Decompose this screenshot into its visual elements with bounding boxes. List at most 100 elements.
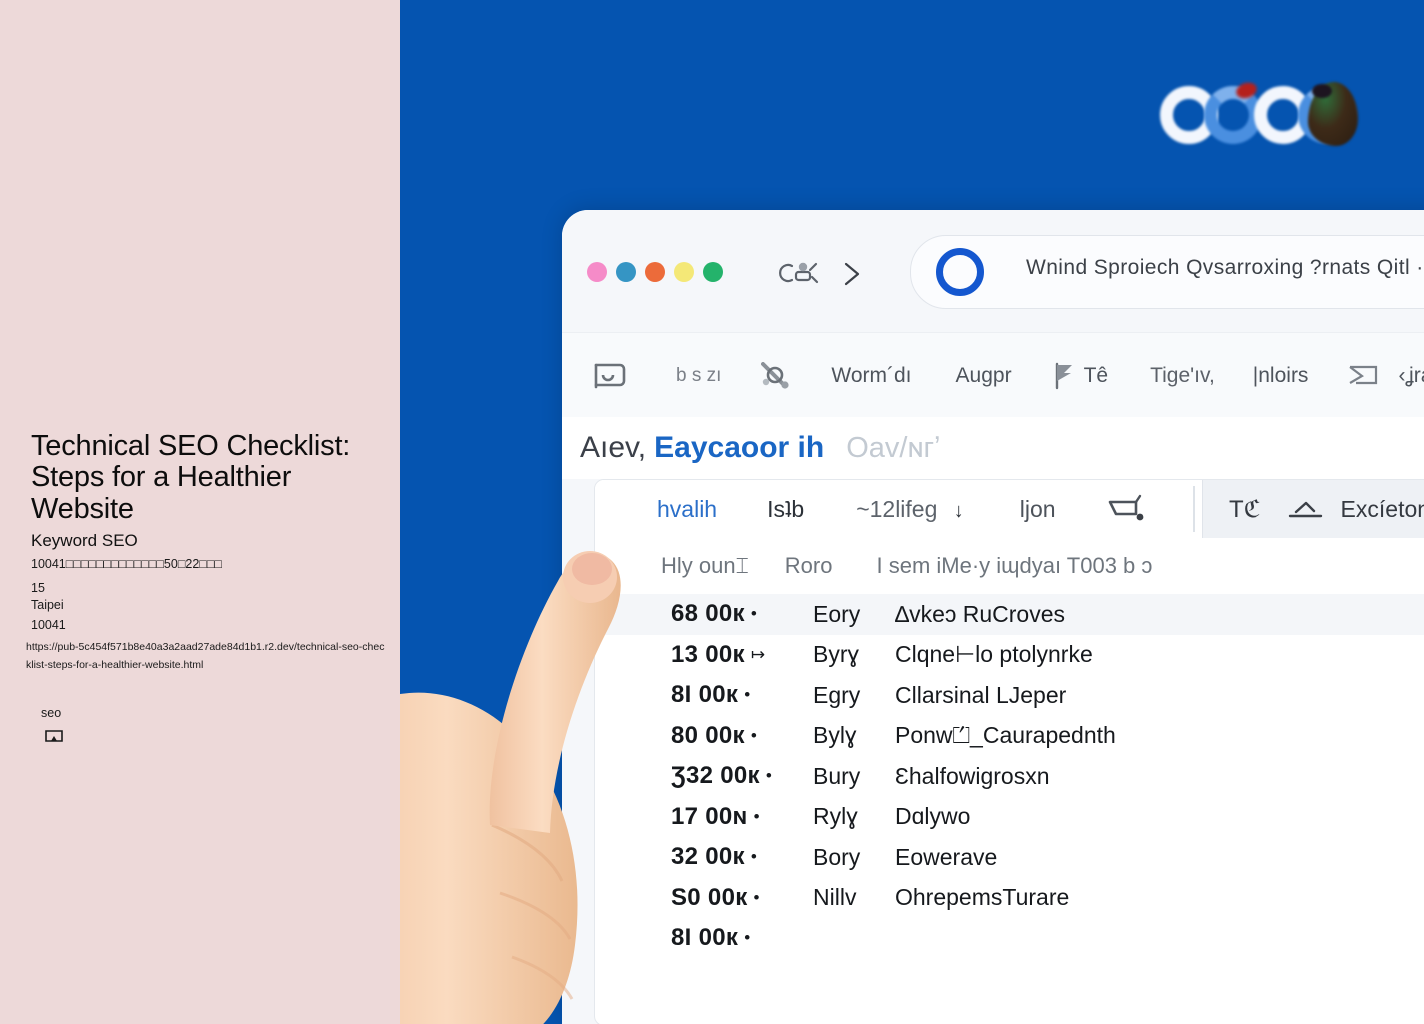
address-bar[interactable]: Wnind Sproiech Qvsarroxing ?rnats Qitl ·… — [910, 235, 1424, 309]
scissors-icon[interactable] — [759, 360, 795, 392]
cell-difficulty: Rylɣ — [813, 803, 858, 830]
table-row[interactable]: 68 00к • Eory ∆vkeɔ RuCroves — [595, 594, 1424, 635]
cell-volume: 32 00к • — [671, 843, 758, 871]
subheader-label-1: Hly oun⌶ — [661, 553, 749, 578]
tag-label[interactable]: seo — [41, 706, 61, 720]
export-icon[interactable] — [1287, 498, 1327, 520]
page-title: Technical SEO Checklist: Steps for a Hea… — [31, 430, 351, 525]
header-divider — [1193, 486, 1195, 532]
table-subheader-row: Hly oun⌶ Roro I sem iMe·y iɰdyaı T003 b … — [595, 538, 1424, 595]
toolbar-label-5[interactable]: Tige'ıv, — [1150, 364, 1215, 388]
column-header-sort[interactable]: ~12lifeg ↓ — [856, 496, 964, 523]
browser-toolbar[interactable]: b s zı Worm´dı Auɡpr Tê Tige'ıv, |nloirs… — [562, 332, 1424, 419]
toolbar-label-1[interactable]: b s zı — [676, 365, 721, 387]
cell-difficulty: Bury — [813, 762, 861, 789]
cell-term: Ɛhalfowigrosxn — [895, 762, 1050, 789]
window-dot-orange[interactable] — [645, 262, 665, 282]
blue-backdrop: Wnind Sproiech Qvsarroxing ?rnats Qitl ·… — [400, 0, 1424, 1024]
table-row[interactable]: 13 00к ↦ Byrɣ Clqne⊢lo ptolynrke — [595, 634, 1424, 675]
cell-volume: S0 00к • — [671, 883, 760, 911]
cell-difficulty: Nillv — [813, 884, 857, 911]
column-header-label[interactable]: Isʇb — [767, 496, 804, 523]
browser-chrome-bar: Wnind Sproiech Qvsarroxing ?rnats Qitl ·… — [562, 210, 1424, 332]
cell-volume: 8I 00к • — [671, 681, 751, 709]
table-row[interactable]: 8I 00к • Egry Cllarsinal LJeper — [595, 675, 1424, 716]
trend-arrow-icon: • — [765, 766, 773, 786]
trend-arrow-icon: • — [750, 725, 758, 745]
trend-arrow-icon: ↦ — [750, 644, 766, 664]
browser-window: Wnind Sproiech Qvsarroxing ?rnats Qitl ·… — [562, 210, 1424, 1024]
meta-address-line: 10041□□□□□□□□□□□□□50□22□□□ — [31, 557, 222, 571]
brand-ring-logo — [1160, 78, 1365, 150]
meta-number: 15 — [31, 581, 45, 595]
layout-icon[interactable] — [1346, 363, 1390, 389]
cell-volume: 17 00ɴ • — [671, 802, 760, 830]
table-row[interactable]: 17 00ɴ • Rylɣ Dɑlywo — [595, 796, 1424, 837]
keyboard-icon[interactable] — [590, 359, 634, 393]
toolbar-label-3[interactable]: Auɡpr — [956, 364, 1012, 388]
subheader-label-2: Roro — [784, 553, 833, 578]
trend-arrow-icon: • — [753, 887, 760, 907]
toolbar-label-4[interactable]: Tê — [1084, 364, 1109, 388]
page-heading-row: Aıev, Eaycaoor ih Oav/ɴгʼ — [562, 417, 1424, 479]
subheader-label-3: I sem iMe·y iɰdyaı T003 b ɔ — [876, 553, 1153, 578]
cart-icon[interactable] — [1104, 494, 1150, 524]
meta-city: Taipei — [31, 598, 64, 612]
logo-blob-highlight — [1312, 84, 1332, 98]
trend-arrow-icon: • — [750, 847, 758, 867]
cell-term: Eowerave — [895, 843, 998, 870]
trend-arrow-icon: • — [744, 928, 751, 948]
column-header-sort-label: ~12lifeg — [856, 495, 938, 522]
chevron-down-icon: ↓ — [953, 499, 964, 522]
article-keyword-label: Keyword SEO — [31, 531, 138, 550]
action-label-2[interactable]: Excíetonı — [1341, 496, 1424, 523]
back-icon[interactable] — [779, 260, 819, 286]
cell-term: Cllarsinal LJeper — [895, 681, 1067, 708]
window-dot-green[interactable] — [703, 262, 723, 282]
cell-term: Dɑlywo — [895, 803, 971, 830]
toolbar-label-2[interactable]: Worm´dı — [831, 364, 911, 388]
cell-volume: Ʒ32 00к • — [671, 762, 773, 790]
heading-suffix: Oav/ɴгʼ — [846, 431, 941, 464]
cell-difficulty: Byrɣ — [813, 641, 860, 668]
trend-arrow-icon: • — [744, 685, 751, 705]
trend-arrow-icon: • — [753, 806, 760, 826]
column-header-filter[interactable]: ljon — [1020, 496, 1056, 523]
keyword-rows: 68 00к • Eory ∆vkeɔ RuCroves 13 00к ↦ Byrɣ Clqn… — [595, 594, 1424, 959]
cell-difficulty: Bory — [813, 843, 861, 870]
table-row[interactable]: 80 00к • Bylɣ Ponw⏍_Caurapednth — [595, 715, 1424, 756]
table-row[interactable]: Ʒ32 00к • Bury Ɛhalfowigrosxn — [595, 756, 1424, 797]
keyword-results-card: hvalih Isʇb ~12lifeg ↓ ljon Tℭ Excíeto H… — [594, 479, 1424, 1024]
window-dot-blue[interactable] — [616, 262, 636, 282]
cell-term: Clqne⊢lo ptolynrke — [895, 641, 1093, 668]
cell-term: OhrepemsTurare — [895, 884, 1070, 911]
window-controls[interactable] — [587, 262, 723, 282]
table-row[interactable]: 8Ɩ 00к • — [595, 918, 1424, 959]
chevron-right-icon[interactable] — [840, 260, 864, 288]
cell-term: ∆vkeɔ RuCroves — [895, 600, 1066, 627]
toolbar-label-7[interactable]: ‹ʝral — [1398, 364, 1424, 388]
cell-difficulty: Egry — [813, 681, 861, 708]
cell-volume: 68 00к • — [671, 600, 758, 628]
toolbar-label-6[interactable]: |nloirs — [1253, 364, 1309, 388]
heading-prefix: Aıev, — [580, 431, 647, 464]
table-row[interactable]: S0 00к • Nillv OhrepemsTurare — [595, 877, 1424, 918]
flag-icon[interactable] — [1052, 361, 1078, 391]
window-dot-yellow[interactable] — [674, 262, 694, 282]
address-input[interactable]: Wnind Sproiech Qvsarroxing ?rnats Qitl ·… — [1026, 256, 1424, 280]
window-dot-pink[interactable] — [587, 262, 607, 282]
trend-arrow-icon: • — [750, 604, 758, 624]
table-header-actions[interactable]: Tℭ Excíetonı — [1202, 480, 1424, 538]
table-row[interactable]: 32 00к • Bory Eowerave — [595, 837, 1424, 878]
heading-main: Eaycaoor ih — [654, 431, 825, 464]
circle-badge-icon — [936, 248, 984, 296]
cell-difficulty: Bylɣ — [813, 722, 857, 749]
table-header-row[interactable]: hvalih Isʇb ~12lifeg ↓ ljon Tℭ Excíeto — [595, 480, 1424, 539]
article-url-link[interactable]: https://pub-5c454f571b8e40a3a2aad27ade84… — [26, 638, 388, 675]
action-label-1[interactable]: Tℭ — [1229, 495, 1261, 524]
bookmark-icon — [45, 730, 63, 742]
cell-volume: 13 00к ↦ — [671, 640, 766, 668]
article-side-panel: Technical SEO Checklist: Steps for a Hea… — [0, 0, 400, 1024]
cell-term: Ponw⏍_Caurapednth — [895, 722, 1116, 749]
column-header-keyword[interactable]: hvalih — [657, 496, 717, 523]
